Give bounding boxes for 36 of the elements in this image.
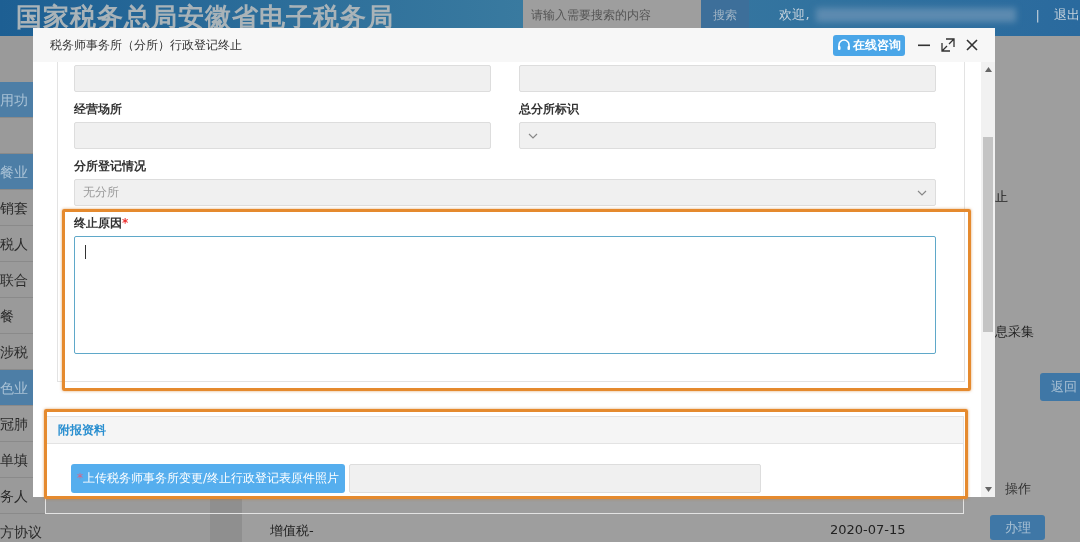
logout-link[interactable]: 退出 xyxy=(1054,6,1080,24)
maximize-icon[interactable] xyxy=(941,38,955,52)
chevron-down-icon xyxy=(528,132,538,139)
consult-button[interactable]: 在线咨询 xyxy=(833,34,905,56)
back-button[interactable]: 返回 xyxy=(1040,373,1080,401)
field-label: 分所登记情况 xyxy=(74,158,147,174)
search-field[interactable]: 请输入需要搜索的内容 xyxy=(523,0,702,30)
menu-text: 止 xyxy=(995,188,1008,206)
table-cell: 2020-07-15 xyxy=(830,522,906,537)
table-cell: 增值税- xyxy=(270,522,314,540)
input-field[interactable] xyxy=(74,65,491,92)
select-field[interactable] xyxy=(519,122,936,149)
upload-button[interactable]: *上传税务师事务所变更/终止行政登记表原件照片 xyxy=(71,464,346,493)
sidebar-item[interactable]: 方协议 xyxy=(0,514,210,542)
close-icon[interactable] xyxy=(965,38,979,52)
column-header: 操作 xyxy=(1005,480,1031,498)
chevron-down-icon xyxy=(917,189,927,196)
scroll-up-icon xyxy=(984,67,992,72)
welcome-text: 欢迎, xyxy=(779,6,810,24)
reason-textarea[interactable] xyxy=(74,236,936,354)
file-field[interactable] xyxy=(349,464,762,493)
menu-text: 息采集 xyxy=(995,323,1034,341)
dialog-title: 税务师事务所（分所）行政登记终止 xyxy=(50,36,243,54)
scroll-down-icon xyxy=(984,487,992,492)
scrollbar[interactable] xyxy=(981,62,995,497)
field-label: 总分所标识 xyxy=(519,101,580,117)
field-label: 经营场所 xyxy=(74,101,123,117)
search-button[interactable]: 搜索 xyxy=(701,0,750,30)
input-field[interactable] xyxy=(519,65,936,92)
select-field[interactable]: 无分所 xyxy=(74,179,936,206)
input-field[interactable] xyxy=(74,122,491,149)
separator-text: | xyxy=(1035,7,1040,23)
field-label: 终止原因* xyxy=(74,215,130,231)
handle-button[interactable]: 办理 xyxy=(990,515,1045,540)
headset-icon xyxy=(837,38,851,52)
section-title: 附报资料 xyxy=(58,421,106,439)
